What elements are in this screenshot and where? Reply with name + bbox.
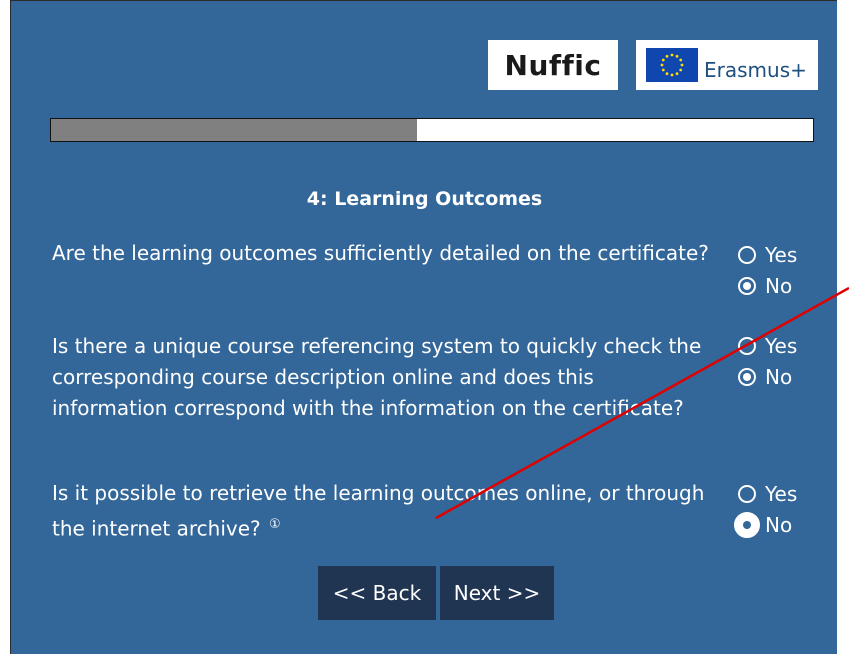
annotation-line xyxy=(435,286,849,520)
annotation-arrow-line xyxy=(435,286,849,520)
